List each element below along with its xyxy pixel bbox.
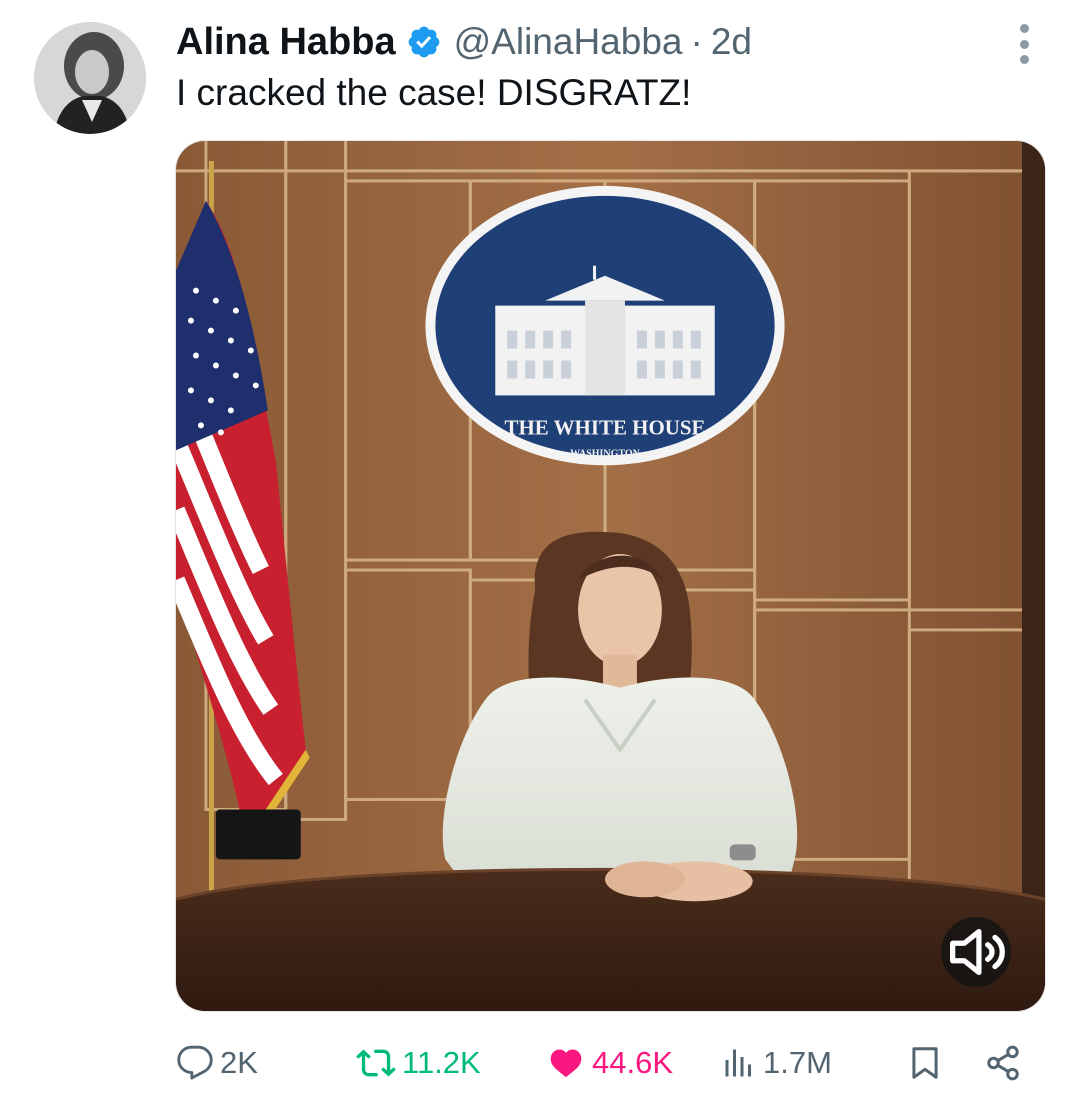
video-frame: THE WHITE HOUSE WASHINGTON [176,141,1045,1011]
like-button[interactable]: 44.6K [546,1038,673,1088]
retweet-icon [356,1049,396,1077]
action-bar: 2K 11.2K 44.6K 1.7M [176,1038,1036,1088]
reply-icon [177,1045,213,1080]
verified-badge-icon[interactable] [406,24,442,60]
sound-toggle-button[interactable] [941,917,1011,987]
speaker-icon [950,928,1005,976]
bookmark-button[interactable] [906,1038,944,1088]
share-button[interactable] [984,1038,1022,1088]
avatar[interactable] [34,22,146,134]
like-count: 44.6K [592,1045,674,1080]
views-button[interactable]: 1.7M [721,1038,832,1088]
more-icon[interactable] [1018,24,1030,64]
share-icon [987,1045,1019,1081]
retweet-button[interactable]: 11.2K [356,1038,481,1088]
tweet-text: I cracked the case! DISGRATZ! [176,72,692,113]
display-name[interactable]: Alina Habba [176,21,396,64]
views-count: 1.7M [763,1045,832,1080]
separator: · [690,21,703,62]
seal-title: THE WHITE HOUSE [505,415,706,439]
bookmark-icon [912,1047,938,1079]
reply-button[interactable]: 2K [176,1038,258,1088]
tweet-media-video[interactable]: THE WHITE HOUSE WASHINGTON [175,140,1046,1012]
reply-count: 2K [220,1045,258,1080]
seal-subtitle: WASHINGTON [570,448,640,459]
views-icon [725,1049,751,1077]
heart-icon [550,1049,582,1078]
avatar-photo [34,22,146,134]
tweet-header: Alina Habba @AlinaHabba · 2d [176,14,752,70]
handle[interactable]: @AlinaHabba [454,21,683,63]
timestamp[interactable]: 2d [711,21,752,63]
retweet-count: 11.2K [402,1045,481,1080]
